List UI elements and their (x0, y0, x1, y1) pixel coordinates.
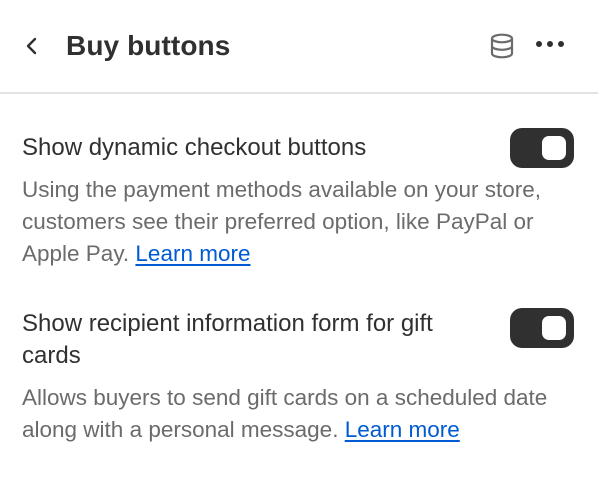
buy-buttons-panel: Buy buttons Show dynamic checkout button… (0, 0, 598, 484)
chevron-left-icon (26, 37, 37, 55)
setting-description: Using the payment methods available on y… (22, 174, 572, 270)
gift-card-recipient-toggle[interactable] (510, 308, 574, 348)
database-button[interactable] (484, 28, 520, 64)
setting-gift-card-recipient: Show recipient information form for gift… (22, 308, 576, 446)
back-button[interactable] (14, 28, 50, 64)
description-text: Using the payment methods available on y… (22, 177, 542, 266)
setting-label: Show dynamic checkout buttons (22, 134, 367, 161)
dynamic-checkout-toggle[interactable] (510, 128, 574, 168)
database-icon (490, 33, 514, 59)
toggle-knob (542, 316, 566, 340)
panel-header: Buy buttons (0, 0, 598, 94)
setting-description: Allows buyers to send gift cards on a sc… (22, 382, 552, 446)
more-horizontal-icon (536, 41, 564, 47)
learn-more-link[interactable]: Learn more (345, 417, 460, 442)
page-title: Buy buttons (66, 30, 231, 61)
learn-more-link[interactable]: Learn more (135, 241, 250, 266)
more-actions-button[interactable] (530, 26, 570, 62)
setting-dynamic-checkout: Show dynamic checkout buttons Using the … (22, 128, 576, 270)
toggle-knob (542, 136, 566, 160)
description-text: Allows buyers to send gift cards on a sc… (22, 385, 548, 442)
setting-label: Show recipient information form for gift… (22, 310, 433, 369)
